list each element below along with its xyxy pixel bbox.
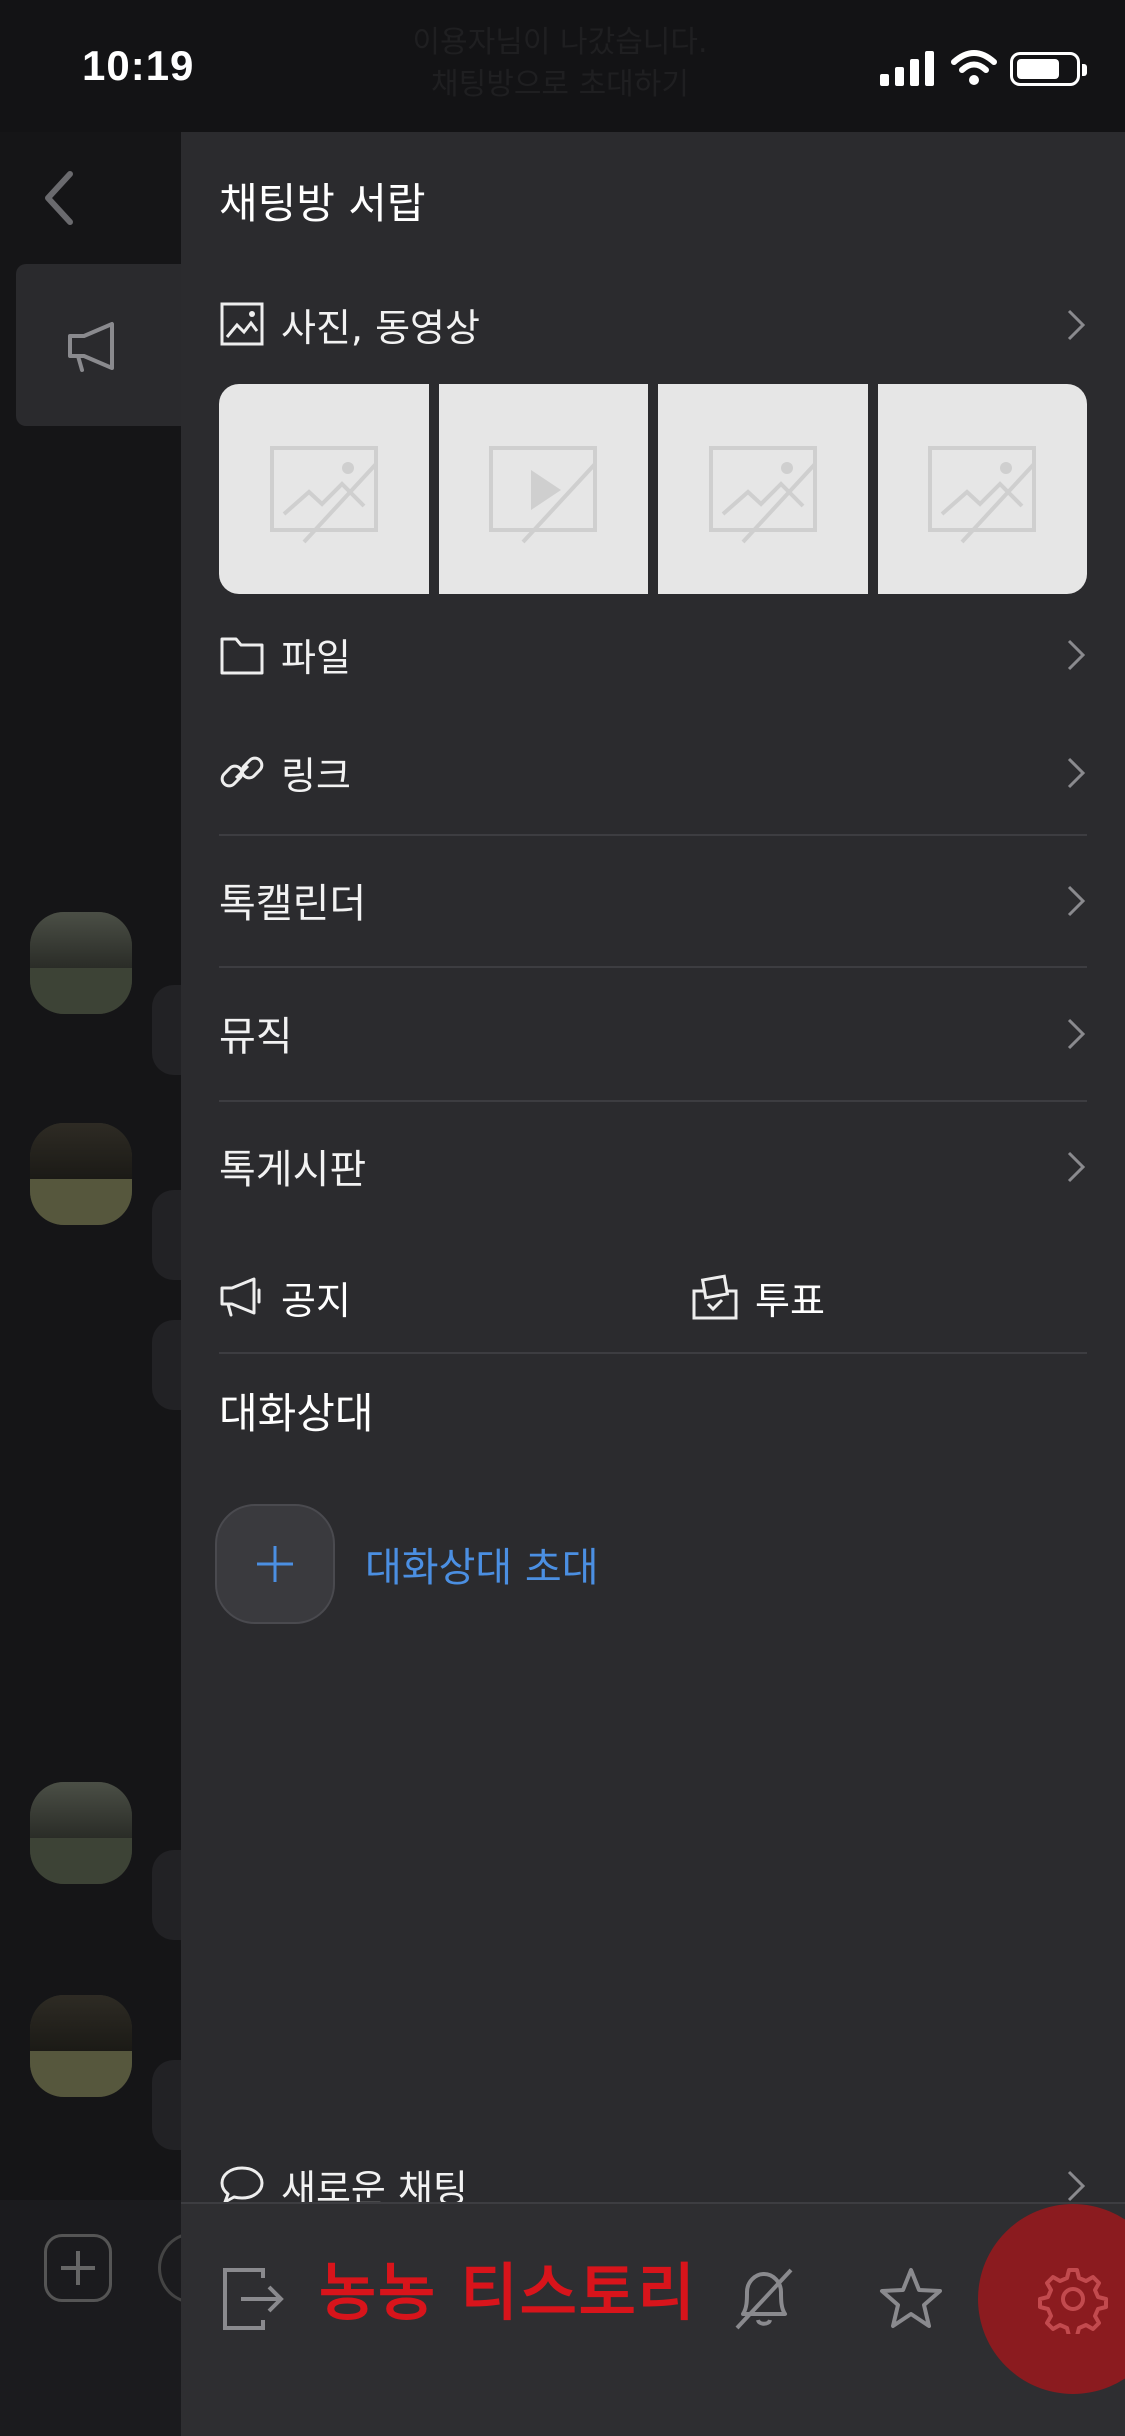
settings-button[interactable] (978, 2204, 1125, 2394)
avatar (30, 1995, 132, 2097)
chevron-right-icon (1067, 639, 1086, 671)
divider (219, 966, 1087, 968)
image-icon (220, 302, 264, 346)
invite-member-button[interactable]: 대화상대 초대 (215, 1502, 815, 1626)
music-row[interactable]: 뮤직 (219, 993, 1087, 1073)
cellular-signal-icon (880, 51, 934, 86)
chevron-right-icon (1067, 885, 1086, 917)
megaphone-icon (220, 1277, 261, 1317)
image-placeholder-icon (708, 446, 817, 544)
ballot-box-icon (692, 1274, 738, 1320)
file-row[interactable]: 파일 (219, 614, 1087, 694)
back-arrow-icon[interactable] (40, 168, 80, 228)
link-label: 링크 (281, 753, 351, 798)
chat-room-drawer: 채팅방 서랍 사진, 동영상 파일 링크 톡캘린더 뮤직 톡게시판 공지 투표 … (181, 132, 1125, 2436)
chevron-right-icon (1067, 1018, 1086, 1050)
media-thumbnails (219, 384, 1087, 594)
media-thumbnail[interactable] (438, 384, 648, 594)
vote-label: 투표 (755, 1278, 825, 1323)
divider (219, 1100, 1087, 1102)
chevron-right-icon (1067, 757, 1086, 789)
media-thumbnail[interactable] (877, 384, 1087, 594)
drawer-bottom-bar: 농농 티스토리 (181, 2202, 1125, 2436)
invite-plus-button[interactable] (215, 1504, 335, 1624)
link-icon (220, 756, 264, 788)
invite-label: 대화상대 초대 (365, 1545, 599, 1591)
media-row[interactable]: 사진, 동영상 (219, 284, 1087, 364)
status-time: 10:19 (82, 42, 195, 89)
background-system-message: 이용자님이 나갔습니다. 채팅방으로 초대하기 (412, 25, 708, 102)
vote-button[interactable]: 투표 (691, 1257, 1111, 1337)
chevron-right-icon (1067, 2170, 1086, 2202)
bell-off-icon[interactable] (729, 2264, 799, 2334)
battery-icon (1010, 52, 1087, 86)
media-thumbnail[interactable] (219, 384, 429, 594)
file-label: 파일 (281, 635, 351, 680)
status-bar: 10:19 이용자님이 나갔습니다. 채팅방으로 초대하기 (0, 0, 1125, 132)
gear-icon (1038, 2268, 1108, 2334)
talk-calendar-label: 톡캘린더 (219, 881, 367, 927)
chevron-right-icon (1067, 309, 1086, 341)
link-row[interactable]: 링크 (219, 732, 1087, 812)
watermark-text: 농농 티스토리 (319, 2256, 697, 2329)
media-thumbnail[interactable] (658, 384, 868, 594)
folder-icon (220, 637, 264, 675)
chevron-right-icon (1067, 1151, 1086, 1183)
avatar (30, 912, 132, 1014)
music-label: 뮤직 (219, 1014, 293, 1060)
megaphone-icon (68, 322, 114, 372)
screen: 10:19 이용자님이 나갔습니다. 채팅방으로 초대하기 채팅방 서랍 사진,… (0, 0, 1125, 2436)
media-label: 사진, 동영상 (281, 305, 480, 350)
talk-board-label: 톡게시판 (219, 1147, 367, 1193)
divider (219, 1352, 1087, 1354)
avatar (30, 1782, 132, 1884)
wifi-icon (951, 50, 997, 85)
video-placeholder-icon (489, 446, 598, 544)
drawer-title: 채팅방 서랍 (219, 179, 426, 228)
avatar (30, 1123, 132, 1225)
members-title: 대화상대 (219, 1389, 374, 1438)
divider (219, 834, 1087, 836)
plus-icon (61, 2251, 95, 2285)
notice-button[interactable]: 공지 (219, 1257, 639, 1337)
star-icon[interactable] (876, 2264, 946, 2334)
image-placeholder-icon (269, 446, 378, 544)
exit-icon[interactable] (219, 2264, 289, 2334)
talk-calendar-row[interactable]: 톡캘린더 (219, 860, 1087, 940)
image-placeholder-icon (928, 446, 1037, 544)
talk-board-row[interactable]: 톡게시판 (219, 1126, 1087, 1206)
notice-label: 공지 (281, 1278, 351, 1323)
add-attachment-button[interactable] (44, 2234, 112, 2302)
plus-icon (257, 1546, 293, 1582)
